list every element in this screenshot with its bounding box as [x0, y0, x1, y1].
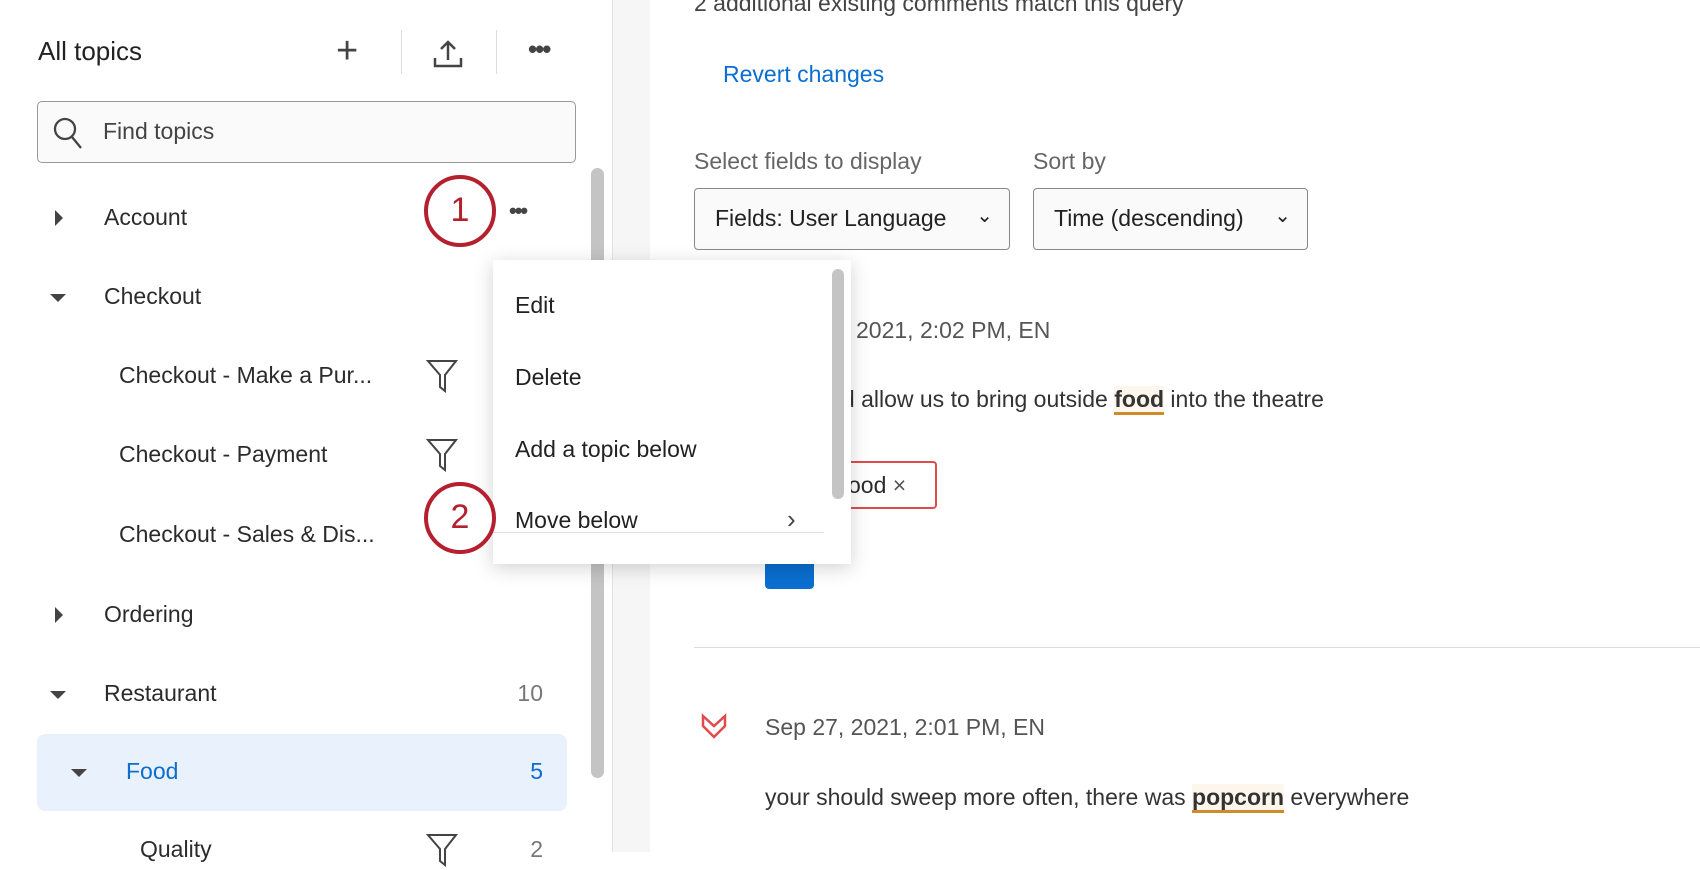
menu-scrollbar[interactable]: [832, 269, 844, 499]
caret-down-icon[interactable]: [50, 294, 66, 302]
sort-dropdown[interactable]: Time (descending) ⌄: [1033, 188, 1308, 250]
caret-right-icon[interactable]: [55, 607, 63, 623]
topic-context-menu: Edit Delete Add a topic below Move below…: [493, 260, 851, 564]
fields-dropdown[interactable]: Fields: User Language ⌄: [694, 188, 1010, 250]
more-options-icon[interactable]: •••: [528, 34, 551, 65]
menu-item-move-below[interactable]: Move below: [515, 507, 638, 534]
topic-row-account[interactable]: Account •••: [0, 198, 590, 238]
step-marker-2: 2: [424, 482, 496, 554]
match-count-text: 2 additional existing comments match thi…: [694, 0, 1184, 16]
comment-date: Sep 27, 2021, 2:01 PM, EN: [765, 714, 1046, 740]
topic-row-food[interactable]: Food 5: [37, 734, 567, 811]
comment-text: uld allow us to bring outside food into …: [824, 386, 1324, 415]
step-marker-1: 1: [424, 175, 496, 247]
panel-title: All topics: [38, 36, 143, 66]
filter-icon[interactable]: [426, 437, 458, 473]
chevron-down-icon: ⌄: [1274, 205, 1291, 227]
fields-label: Select fields to display: [694, 148, 922, 174]
search-topics-input[interactable]: Find topics: [37, 101, 576, 163]
menu-item-add-topic-below[interactable]: Add a topic below: [515, 436, 697, 463]
sort-label: Sort by: [1033, 148, 1106, 174]
topic-row-quality[interactable]: Quality 2: [0, 830, 590, 870]
sentiment-negative-icon: [701, 713, 727, 739]
caret-down-icon[interactable]: [50, 691, 66, 699]
filter-icon[interactable]: [426, 358, 458, 394]
chevron-right-icon: ›: [787, 504, 796, 534]
topic-row-ordering[interactable]: Ordering: [0, 595, 590, 635]
revert-changes-link[interactable]: Revert changes: [723, 61, 884, 88]
comment-date: 2021, 2:02 PM, EN: [856, 317, 1051, 343]
chevron-down-icon: ⌄: [976, 205, 993, 227]
filter-icon[interactable]: [426, 832, 458, 868]
caret-down-icon[interactable]: [71, 769, 87, 777]
search-icon: [53, 117, 82, 149]
topic-count: 5: [530, 758, 543, 784]
menu-item-edit[interactable]: Edit: [515, 292, 555, 319]
add-topic-icon[interactable]: +: [336, 32, 358, 70]
menu-item-delete[interactable]: Delete: [515, 364, 581, 391]
topic-count: 10: [517, 680, 543, 706]
row-more-icon[interactable]: •••: [509, 198, 528, 224]
remove-tag-icon[interactable]: ×: [893, 472, 906, 498]
topic-row-restaurant[interactable]: Restaurant 10: [0, 674, 590, 714]
upload-icon[interactable]: [432, 38, 464, 70]
comment-divider: [694, 647, 1700, 648]
caret-right-icon[interactable]: [55, 210, 63, 226]
topic-count: 2: [530, 836, 543, 862]
comment-text: your should sweep more often, there was …: [765, 784, 1409, 813]
